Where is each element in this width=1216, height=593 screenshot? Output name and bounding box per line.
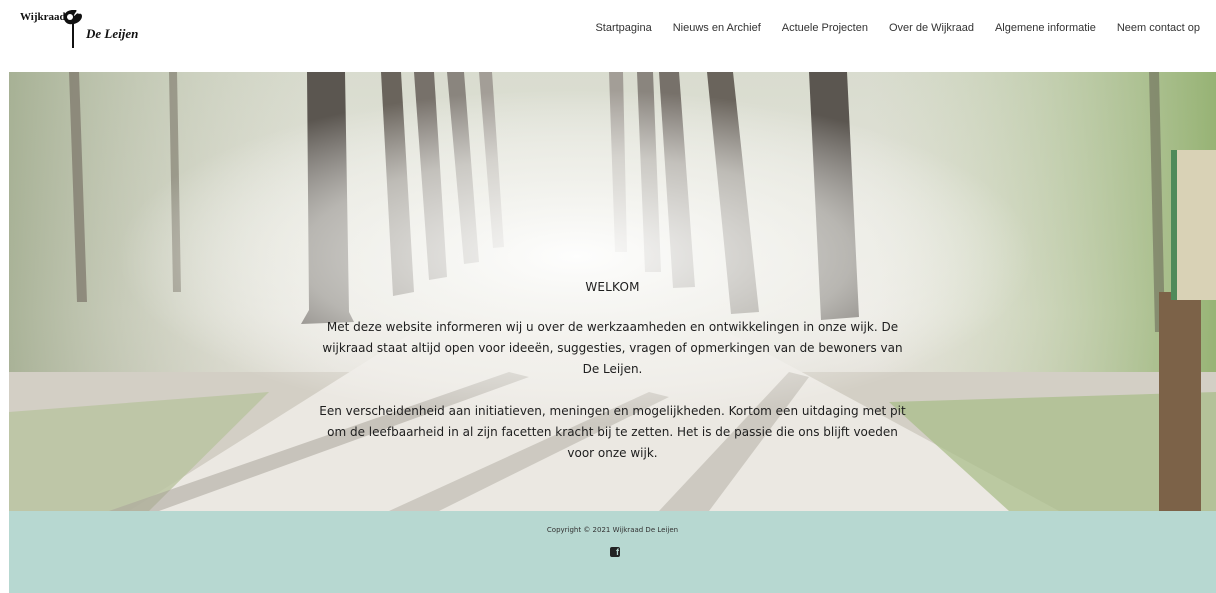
logo-bottom-text: De Leijen [86,26,139,41]
copyright-text: Copyright © 2021 Wijkraad De Leijen [546,526,679,534]
welcome-content: WELKOM Met deze website informeren wij u… [9,280,1216,464]
nav-item-over-de-wijkraad[interactable]: Over de Wijkraad [889,22,974,34]
welcome-title: WELKOM [585,280,640,294]
main-navigation: Startpagina Nieuws en Archief Actuele Pr… [595,22,1200,34]
logo-mark-icon [63,10,82,48]
site-header: Wijkraad De Leijen Startpagina Nieuws en… [0,0,1216,72]
nav-item-actuele-projecten[interactable]: Actuele Projecten [782,22,868,34]
site-logo[interactable]: Wijkraad De Leijen [20,8,140,50]
nav-item-algemene-informatie[interactable]: Algemene informatie [995,22,1096,34]
hero-section: WELKOM Met deze website informeren wij u… [9,72,1216,511]
facebook-icon[interactable]: f [610,547,620,557]
nav-item-startpagina[interactable]: Startpagina [595,22,651,34]
welcome-paragraph-1: Met deze website informeren wij u over d… [322,320,903,376]
logo-top-text: Wijkraad [20,11,66,23]
nav-item-neem-contact-op[interactable]: Neem contact op [1117,22,1200,34]
site-footer: Copyright © 2021 Wijkraad De Leijen f [9,511,1216,593]
welcome-paragraph-2: Een verscheidenheid aan initiatieven, me… [319,404,906,460]
nav-item-nieuws-en-archief[interactable]: Nieuws en Archief [673,22,761,34]
